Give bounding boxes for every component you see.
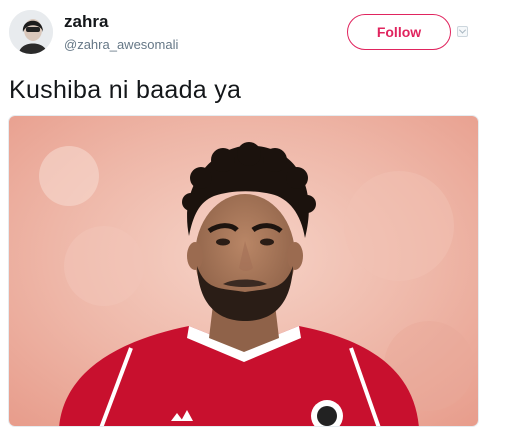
tweet-media-image[interactable]	[8, 115, 479, 427]
follow-button[interactable]: Follow	[347, 14, 451, 50]
author-handle[interactable]: @zahra_awesomali	[64, 36, 178, 53]
avatar[interactable]	[9, 10, 53, 54]
tweet-text: Kushiba ni baada ya	[9, 76, 242, 104]
chevron-down-icon[interactable]	[457, 26, 468, 37]
author-name[interactable]: zahra	[64, 11, 108, 33]
